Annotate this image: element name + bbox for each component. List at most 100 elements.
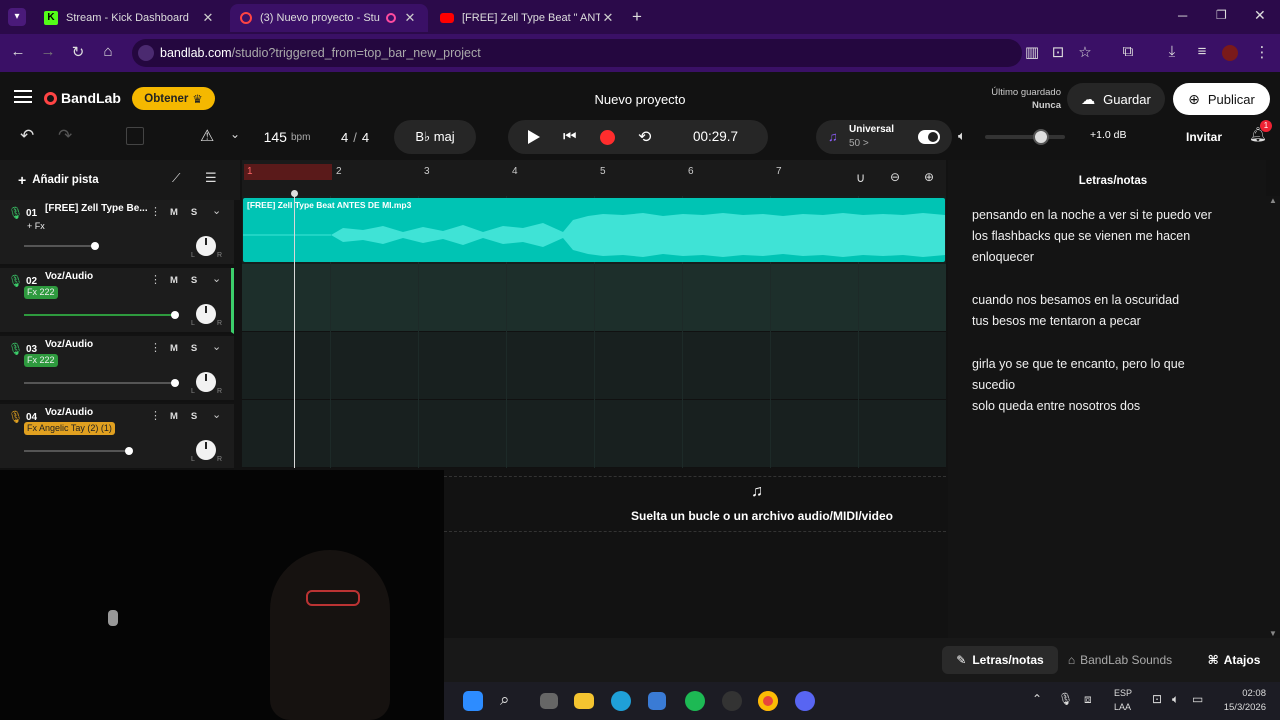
playhead[interactable]: [294, 196, 295, 468]
file-explorer-icon[interactable]: [574, 693, 594, 709]
lyrics-line[interactable]: cuando nos besamos en la oscuridad: [972, 293, 1179, 307]
key-selector[interactable]: B♭ maj: [394, 120, 476, 154]
fx-badge[interactable]: Fx 222: [24, 286, 58, 299]
loop-icon[interactable]: ⟲: [638, 127, 651, 147]
volume-tray-icon[interactable]: 🔈︎: [1172, 692, 1179, 707]
lyrics-line[interactable]: los flashbacks que se vienen me hacen: [972, 229, 1190, 243]
time-signature-field[interactable]: 4 / 4: [330, 122, 380, 152]
scroll-down-icon[interactable]: ▼: [1269, 629, 1277, 638]
lyrics-line[interactable]: tus besos me tentaron a pecar: [972, 314, 1141, 328]
track-name[interactable]: Voz/Audio: [45, 339, 93, 350]
tab-list-icon[interactable]: ▾: [8, 8, 26, 26]
track-menu-icon[interactable]: ⋮: [150, 409, 161, 422]
lyrics-scrollbar[interactable]: ▲ ▼: [1266, 196, 1280, 638]
pan-knob[interactable]: [196, 304, 216, 324]
piano-keyboard-icon[interactable]: [126, 127, 144, 145]
search-icon[interactable]: ⌕: [500, 690, 522, 712]
invite-button[interactable]: Invitar: [1174, 122, 1234, 152]
lyrics-line[interactable]: sucedio: [972, 378, 1015, 392]
fx-badge[interactable]: Fx Angelic Tay (2) (1): [24, 422, 115, 435]
tab-lyrics-notes[interactable]: ✎ Letras/notas: [942, 646, 1058, 674]
track-menu-icon[interactable]: ⋮: [150, 205, 161, 218]
volume-slider[interactable]: [24, 242, 99, 250]
bandlab-logo[interactable]: BandLab: [44, 90, 121, 106]
task-view-icon[interactable]: [540, 693, 558, 709]
volume-knob[interactable]: [171, 311, 179, 319]
playhead-handle[interactable]: [291, 190, 298, 197]
shortcuts-button[interactable]: ⌘ Atajos: [1198, 646, 1270, 674]
audio-clip[interactable]: [FREE] Zell Type Beat ANTES DE MI.mp3: [243, 198, 945, 262]
tab-bandlab-sounds[interactable]: ⌂ BandLab Sounds: [1062, 646, 1178, 674]
metronome-icon[interactable]: ⚠: [200, 126, 214, 146]
timeline-ruler[interactable]: 1 2 3 4 5 6 7 ∪ ⊖ ⊕: [242, 160, 946, 196]
more-menu-icon[interactable]: ⋮: [1252, 43, 1272, 61]
close-icon[interactable]: ✕: [200, 10, 216, 26]
track-03[interactable]: 🎙︎ 03 Voz/Audio ⋮ M S ⌄ Fx 222 L R: [0, 336, 234, 402]
site-info-icon[interactable]: [138, 45, 154, 61]
spotify-icon[interactable]: [685, 691, 705, 711]
chevron-down-icon[interactable]: ⌄: [212, 408, 221, 421]
discord-icon[interactable]: [795, 691, 815, 711]
solo-button[interactable]: S: [186, 205, 202, 221]
fx-badge[interactable]: + Fx: [24, 220, 48, 233]
solo-button[interactable]: S: [186, 409, 202, 425]
mute-button[interactable]: M: [166, 273, 182, 289]
pan-knob[interactable]: [196, 372, 216, 392]
mic-tray-icon[interactable]: 🎙︎: [1058, 692, 1073, 706]
solo-button[interactable]: S: [186, 341, 202, 357]
language-2[interactable]: LAA: [1114, 702, 1131, 712]
zoom-in-icon[interactable]: ⊕: [924, 170, 934, 184]
chevron-down-icon[interactable]: ⌄: [212, 340, 221, 353]
volume-knob[interactable]: [171, 379, 179, 387]
automation-icon[interactable]: ⟋: [172, 171, 180, 186]
skip-back-icon[interactable]: ⏮: [563, 128, 577, 145]
solo-button[interactable]: S: [186, 273, 202, 289]
undo-icon[interactable]: ↶: [20, 126, 34, 146]
maximize-icon[interactable]: ❐: [1216, 8, 1227, 22]
home-icon[interactable]: ⌂: [98, 43, 118, 60]
track-menu-icon[interactable]: ⋮: [150, 273, 161, 286]
pan-knob[interactable]: [196, 440, 216, 460]
loop-region[interactable]: [244, 164, 332, 180]
profile-avatar[interactable]: [1222, 45, 1238, 61]
redo-icon[interactable]: ↷: [58, 126, 72, 146]
forward-icon[interactable]: →: [38, 43, 58, 60]
install-app-icon[interactable]: ⊡: [1048, 43, 1068, 61]
tray-icon[interactable]: ⧈: [1084, 692, 1092, 707]
back-icon[interactable]: ←: [8, 43, 28, 60]
mute-button[interactable]: M: [166, 409, 182, 425]
bpm-field[interactable]: 145 bpm: [252, 122, 322, 152]
browser-tab-kick[interactable]: K Stream - Kick Dashboard ✕: [34, 4, 226, 32]
track-01[interactable]: 🎙︎ 01 [FREE] Zell Type Be... ⋮ M S ⌄ + F…: [0, 200, 234, 266]
extensions-icon[interactable]: ⧉: [1118, 43, 1138, 60]
project-title[interactable]: Nuevo proyecto: [540, 92, 740, 107]
publish-button[interactable]: ⊕ Publicar: [1173, 83, 1270, 115]
mute-button[interactable]: M: [166, 341, 182, 357]
track-menu-icon[interactable]: ⋮: [150, 341, 161, 354]
reader-icon[interactable]: ▥: [1022, 43, 1042, 61]
bookmark-star-icon[interactable]: ☆: [1075, 43, 1095, 61]
language-1[interactable]: ESP: [1114, 688, 1132, 698]
volume-knob[interactable]: [125, 447, 133, 455]
speaker-icon[interactable]: 🔈︎: [958, 128, 966, 144]
minimize-icon[interactable]: ─: [1178, 8, 1187, 23]
lyrics-line[interactable]: solo queda entre nosotros dos: [972, 399, 1140, 413]
track-04[interactable]: 🎙︎ 04 Voz/Audio ⋮ M S ⌄ Fx Angelic Tay (…: [0, 404, 234, 470]
battery-icon[interactable]: ▭: [1192, 692, 1203, 706]
metronome-dropdown-icon[interactable]: ⌄: [230, 127, 240, 141]
instrument-toggle[interactable]: [918, 130, 940, 144]
media-controls-icon[interactable]: ≡: [1192, 43, 1212, 60]
add-track-button[interactable]: + Añadir pista: [8, 167, 109, 193]
record-icon[interactable]: [600, 130, 615, 145]
network-icon[interactable]: ⊡: [1152, 692, 1162, 706]
download-icon[interactable]: ⤓: [1162, 43, 1182, 60]
mute-button[interactable]: M: [166, 205, 182, 221]
zoom-out-icon[interactable]: ⊖: [890, 170, 900, 184]
clock-time[interactable]: 02:08: [1216, 688, 1266, 699]
master-volume-slider[interactable]: [985, 129, 1065, 145]
steam-icon[interactable]: [722, 691, 742, 711]
instrument-selector[interactable]: ♫ Universal 50 >: [816, 120, 952, 154]
mixer-icon[interactable]: ☰: [205, 170, 217, 186]
hamburger-menu-icon[interactable]: [14, 90, 32, 103]
windows-start-icon[interactable]: [463, 691, 483, 711]
